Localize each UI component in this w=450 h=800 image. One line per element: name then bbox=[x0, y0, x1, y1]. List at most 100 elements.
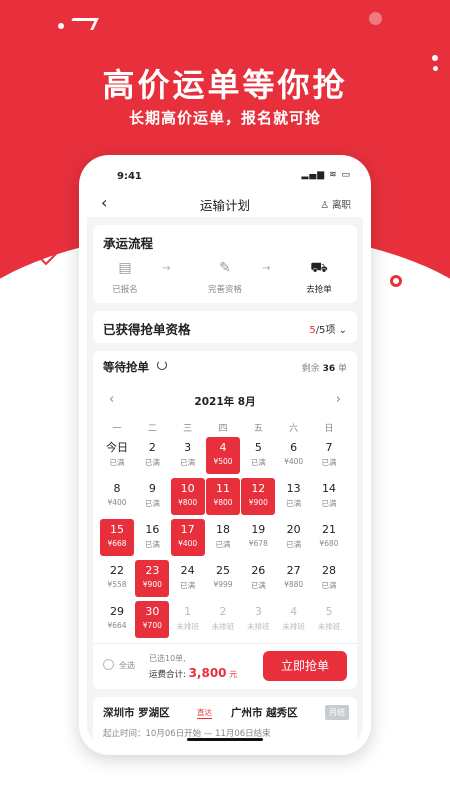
calendar-day[interactable]: 8 ¥400 bbox=[100, 478, 134, 515]
calendar-day[interactable]: 21 ¥680 bbox=[312, 519, 346, 556]
total-unit: 元 bbox=[229, 670, 238, 679]
weekday-label: 一 bbox=[112, 424, 122, 434]
day-price: ¥400 bbox=[107, 498, 127, 507]
calendar-day[interactable]: 24 已满 bbox=[171, 560, 205, 597]
settlement-badge: 月结 bbox=[325, 705, 349, 720]
calendar-title: 等待抢单 bbox=[103, 360, 149, 374]
calendar-day[interactable]: 11 ¥800 bbox=[205, 478, 240, 515]
nav-bar: ‹ 运输计划 ♙ 离职 bbox=[87, 189, 363, 217]
calendar-day[interactable]: 30 ¥700 bbox=[135, 601, 170, 638]
select-all-label[interactable]: 全选 bbox=[119, 660, 135, 671]
day-price: ¥900 bbox=[142, 580, 162, 589]
calendar-day[interactable]: 28 已满 bbox=[312, 560, 346, 597]
day-number: 20 bbox=[286, 523, 301, 536]
month-nav: ‹ 2021年 8月 › bbox=[93, 391, 357, 411]
month-label: 2021年 8月 bbox=[194, 396, 256, 408]
day-price: ¥700 bbox=[142, 621, 162, 630]
calendar-day[interactable]: 3 已满 bbox=[171, 437, 205, 474]
calendar-day: 2 未排班 bbox=[206, 601, 240, 638]
calendar-day[interactable]: 18 已满 bbox=[206, 519, 240, 556]
day-number: 今日 bbox=[106, 441, 128, 454]
calendar-day: 4 未排班 bbox=[277, 601, 311, 638]
day-price: 未排班 bbox=[247, 622, 270, 631]
day-number: 21 bbox=[321, 523, 336, 536]
calendar-day[interactable]: 14 已满 bbox=[312, 478, 346, 515]
calendar-day: 5 未排班 bbox=[312, 601, 346, 638]
total-label: 运费合计: bbox=[149, 670, 186, 680]
calendar-day[interactable]: 今日 已满 bbox=[100, 437, 134, 474]
calendar-day[interactable]: 15 ¥668 bbox=[100, 519, 134, 556]
day-price: 已满 bbox=[215, 540, 231, 549]
calendar-day[interactable]: 2 已满 bbox=[135, 437, 169, 474]
day-number: 24 bbox=[180, 564, 195, 577]
day-number: 11 bbox=[215, 482, 230, 495]
truck-icon: ⛟ bbox=[310, 260, 328, 276]
qualification-card[interactable]: 已获得抢单资格 5/5项 ⌄ bbox=[93, 311, 357, 343]
resign-button[interactable]: ♙ 离职 bbox=[320, 197, 351, 211]
calendar-day[interactable]: 23 ¥900 bbox=[135, 560, 170, 597]
step-grab[interactable]: ⛟ 去抢单 bbox=[289, 260, 349, 295]
day-price: ¥500 bbox=[213, 457, 233, 466]
weekday-label: 日 bbox=[324, 424, 334, 434]
day-number: 9 bbox=[148, 482, 156, 495]
day-number: 7 bbox=[325, 441, 333, 454]
step-qualify: ✎ 完善资格 bbox=[195, 260, 255, 295]
step-label: 去抢单 bbox=[306, 285, 332, 295]
next-month-icon[interactable]: › bbox=[336, 392, 341, 407]
day-number: 12 bbox=[251, 482, 266, 495]
decor-ring bbox=[390, 275, 402, 287]
qualification-title: 已获得抢单资格 bbox=[103, 322, 191, 337]
calendar-day[interactable]: 12 ¥900 bbox=[241, 478, 276, 515]
select-all-radio[interactable] bbox=[103, 659, 114, 670]
calendar-day[interactable]: 29 ¥664 bbox=[100, 601, 134, 638]
calendar-day[interactable]: 5 已满 bbox=[241, 437, 275, 474]
calendar-day[interactable]: 25 ¥999 bbox=[206, 560, 240, 597]
day-price: 未排班 bbox=[211, 622, 235, 631]
day-price: ¥999 bbox=[213, 580, 233, 589]
home-indicator bbox=[187, 738, 263, 741]
day-price: 未排班 bbox=[176, 622, 199, 631]
calendar-day: 3 未排班 bbox=[241, 601, 275, 638]
loading-icon bbox=[157, 360, 167, 370]
calendar-grid: 今日 已满 2 已满 3 已满 4 ¥500 5 已满 6 ¥400 7 已满 8 ¥400 9 已满 10 ¥800… bbox=[100, 437, 350, 638]
qualification-count[interactable]: 5/5项 ⌄ bbox=[309, 321, 347, 336]
day-number: 23 bbox=[145, 564, 160, 577]
day-price: 已满 bbox=[321, 458, 337, 467]
calendar-day[interactable]: 9 已满 bbox=[135, 478, 169, 515]
calendar-day[interactable]: 26 已满 bbox=[241, 560, 275, 597]
calendar-day[interactable]: 22 ¥558 bbox=[100, 560, 134, 597]
day-number: 22 bbox=[110, 564, 124, 577]
calendar-day[interactable]: 16 已满 bbox=[135, 519, 169, 556]
grab-order-button[interactable]: 立即抢单 bbox=[263, 651, 347, 681]
calendar-day[interactable]: 6 ¥400 bbox=[277, 437, 311, 474]
calendar-day[interactable]: 17 ¥400 bbox=[170, 519, 205, 556]
phone-screen: 9:41 ▂▄▆ ≋ ▭ ‹ 运输计划 ♙ 离职 承运流程 ▤ 已报名 → ✎ … bbox=[87, 163, 363, 747]
day-number: 4 bbox=[219, 441, 227, 454]
day-price: 已满 bbox=[144, 540, 160, 549]
calendar-day[interactable]: 27 ¥880 bbox=[277, 560, 311, 597]
day-number: 8 bbox=[113, 482, 121, 495]
calendar-day: 1 未排班 bbox=[171, 601, 205, 638]
day-price: 已满 bbox=[321, 499, 337, 508]
weekday-label: 六 bbox=[289, 424, 299, 434]
day-number: 10 bbox=[180, 482, 195, 495]
day-number: 3 bbox=[184, 441, 192, 454]
day-number: 3 bbox=[254, 605, 262, 618]
day-price: ¥400 bbox=[178, 539, 198, 548]
calendar-day[interactable]: 4 ¥500 bbox=[205, 437, 240, 474]
calendar-day[interactable]: 20 已满 bbox=[277, 519, 311, 556]
calendar-day[interactable]: 19 ¥678 bbox=[241, 519, 275, 556]
status-icons: ▂▄▆ ≋ ▭ bbox=[301, 170, 351, 180]
day-number: 2 bbox=[219, 605, 227, 618]
day-price: 已满 bbox=[321, 581, 337, 590]
day-price: ¥664 bbox=[107, 621, 127, 630]
calendar-day[interactable]: 10 ¥800 bbox=[170, 478, 205, 515]
calendar-card: 等待抢单 剩余 36 单 ‹ 2021年 8月 › 一二三四五六日 今日 已满 2 已… bbox=[93, 351, 357, 689]
day-price: 已满 bbox=[250, 581, 266, 590]
route-direct-badge: 直达 bbox=[197, 708, 212, 719]
freight-total: 运费合计: 3,800 元 bbox=[149, 666, 237, 680]
calendar-day[interactable]: 13 已满 bbox=[277, 478, 311, 515]
day-price: ¥400 bbox=[284, 457, 304, 466]
day-price: 未排班 bbox=[282, 622, 305, 631]
calendar-day[interactable]: 7 已满 bbox=[312, 437, 346, 474]
